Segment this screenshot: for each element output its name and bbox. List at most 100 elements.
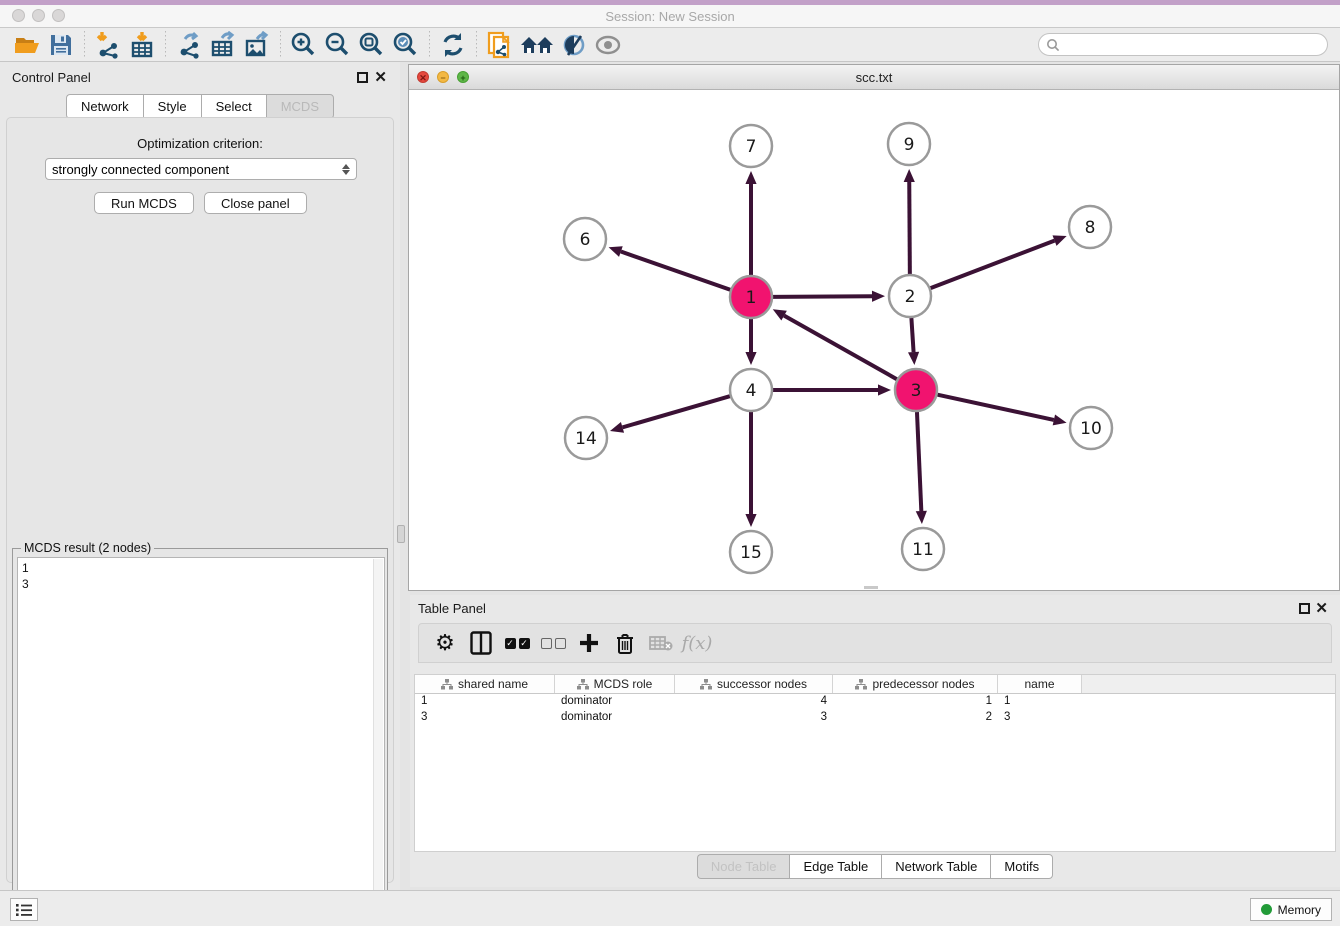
- toolbar-separator: [280, 31, 281, 59]
- apply-layout-button[interactable]: [436, 30, 470, 60]
- run-mcds-button[interactable]: Run MCDS: [94, 192, 194, 214]
- shared-column-icon: [700, 679, 712, 690]
- plus-icon: [578, 632, 600, 654]
- import-table-button[interactable]: [125, 30, 159, 60]
- graph-edge[interactable]: [931, 241, 1055, 289]
- optimization-criterion-select[interactable]: strongly connected component: [45, 158, 357, 180]
- network-view-window: ✕ − + scc.txt 7968124314101511: [408, 64, 1340, 591]
- column-header-mcds-role[interactable]: MCDS role: [555, 675, 675, 693]
- close-table-panel-icon[interactable]: ✕: [1315, 603, 1328, 614]
- network-graph-canvas[interactable]: 7968124314101511: [409, 90, 1339, 590]
- float-table-panel-icon[interactable]: [1299, 601, 1310, 619]
- graph-edge[interactable]: [911, 318, 913, 352]
- tab-motifs[interactable]: Motifs: [990, 854, 1053, 879]
- selected-option: strongly connected component: [52, 162, 229, 177]
- tab-select[interactable]: Select: [201, 94, 266, 119]
- table-toolbar: ⚙ ✓✓: [418, 623, 1332, 663]
- edge-arrowhead: [1053, 414, 1067, 425]
- mcds-result-text[interactable]: 1 3: [17, 557, 385, 925]
- tab-node-table[interactable]: Node Table: [697, 854, 790, 879]
- tab-style[interactable]: Style: [143, 94, 201, 119]
- node-label: 10: [1080, 419, 1102, 439]
- graph-edge[interactable]: [621, 252, 730, 290]
- optimization-criterion-label: Optimization criterion:: [7, 136, 393, 151]
- zoom-in-button[interactable]: [287, 30, 321, 60]
- create-column-button[interactable]: [573, 627, 605, 659]
- graph-edge[interactable]: [622, 396, 729, 427]
- edge-arrowhead: [872, 291, 885, 302]
- graph-edge[interactable]: [937, 395, 1053, 420]
- column-header-predecessor-nodes[interactable]: predecessor nodes: [833, 675, 998, 693]
- graph-edge[interactable]: [917, 412, 921, 511]
- shared-column-icon: [577, 679, 589, 690]
- graph-edge[interactable]: [784, 316, 897, 380]
- save-floppy-icon: [49, 33, 73, 57]
- tab-edge-table[interactable]: Edge Table: [789, 854, 881, 879]
- open-session-button[interactable]: [10, 30, 44, 60]
- node-label: 6: [580, 230, 591, 250]
- node-label: 15: [740, 543, 762, 563]
- search-box[interactable]: [1038, 33, 1328, 56]
- window-title: Session: New Session: [0, 9, 1340, 24]
- shared-column-icon: [441, 679, 453, 690]
- tab-network[interactable]: Network: [66, 94, 143, 119]
- eye-icon: [594, 34, 622, 56]
- toolbar-separator: [476, 31, 477, 59]
- hide-annotations-button[interactable]: [557, 30, 591, 60]
- graph-edge[interactable]: [909, 182, 910, 274]
- mcds-result-title: MCDS result (2 nodes): [21, 541, 154, 555]
- mcds-result-line: 3: [22, 576, 380, 592]
- slashed-circle-icon: [561, 32, 587, 58]
- control-panel-title: Control Panel: [12, 70, 91, 85]
- node-label: 14: [575, 429, 597, 449]
- table-settings-button[interactable]: ⚙: [429, 627, 461, 659]
- function-builder-button[interactable]: f(x): [681, 627, 713, 659]
- zoom-selected-button[interactable]: [389, 30, 423, 60]
- export-table-button[interactable]: [206, 30, 240, 60]
- column-header-successor-nodes[interactable]: successor nodes: [675, 675, 833, 693]
- tab-network-table[interactable]: Network Table: [881, 854, 990, 879]
- new-network-from-selection-button[interactable]: [483, 30, 517, 60]
- save-session-button[interactable]: [44, 30, 78, 60]
- close-panel-icon[interactable]: ✕: [374, 72, 387, 83]
- delete-table-button[interactable]: [645, 627, 677, 659]
- export-network-button[interactable]: [172, 30, 206, 60]
- float-panel-icon[interactable]: [357, 70, 368, 88]
- memory-button[interactable]: Memory: [1250, 898, 1332, 921]
- table-row[interactable]: 1 dominator 4 1 1: [415, 694, 1335, 710]
- search-input[interactable]: [1060, 38, 1327, 52]
- zoom-out-button[interactable]: [321, 30, 355, 60]
- node-table[interactable]: shared name MCDS role successor nodes: [414, 674, 1336, 852]
- export-image-button[interactable]: [240, 30, 274, 60]
- graph-edge[interactable]: [773, 296, 872, 297]
- table-row[interactable]: 3 dominator 3 2 3: [415, 710, 1335, 726]
- home-button[interactable]: [517, 30, 557, 60]
- titlebar: Session: New Session: [0, 5, 1340, 28]
- edge-arrowhead: [609, 246, 623, 257]
- toolbar-separator: [165, 31, 166, 59]
- gear-icon: ⚙: [435, 630, 455, 656]
- task-history-button[interactable]: [10, 898, 38, 921]
- unselect-all-columns-button[interactable]: [537, 627, 569, 659]
- select-all-columns-button[interactable]: ✓✓: [501, 627, 533, 659]
- scrollbar-track[interactable]: [373, 559, 383, 925]
- zoom-out-icon: [324, 31, 352, 59]
- import-network-button[interactable]: [91, 30, 125, 60]
- zoom-fit-button[interactable]: [355, 30, 389, 60]
- delete-column-button[interactable]: [609, 627, 641, 659]
- column-header-name[interactable]: name: [998, 675, 1082, 693]
- edge-arrowhead: [745, 352, 756, 365]
- show-column-panel-button[interactable]: [465, 627, 497, 659]
- resize-grip[interactable]: [864, 586, 878, 589]
- mcds-panel-body: Optimization criterion: strongly connect…: [6, 117, 394, 883]
- network-window-titlebar[interactable]: ✕ − + scc.txt: [409, 65, 1339, 90]
- show-hide-button[interactable]: [591, 30, 625, 60]
- export-network-icon: [175, 31, 203, 59]
- tab-mcds[interactable]: MCDS: [266, 94, 334, 119]
- checked-boxes-icon: ✓✓: [505, 638, 530, 649]
- node-label: 3: [911, 381, 922, 401]
- panel-splitter-handle[interactable]: [397, 525, 405, 543]
- export-image-icon: [243, 31, 271, 59]
- close-panel-button[interactable]: Close panel: [204, 192, 307, 214]
- column-header-shared-name[interactable]: shared name: [415, 675, 555, 693]
